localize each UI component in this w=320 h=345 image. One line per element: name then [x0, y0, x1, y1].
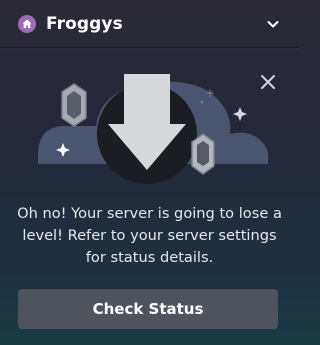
level-loss-message: Oh no! Your server is going to lose a le…: [17, 205, 282, 266]
dot-icon: [200, 100, 204, 104]
gem-icon-left: [61, 83, 87, 127]
server-boost-icon: [18, 14, 36, 33]
sparkle-icon-right: [233, 107, 247, 121]
check-status-button[interactable]: Check Status: [18, 289, 278, 329]
gem-icon-right: [191, 133, 215, 175]
server-name: Froggys: [46, 13, 123, 34]
chevron-down-icon[interactable]: [265, 16, 281, 32]
level-down-illustration: [38, 74, 269, 184]
server-header[interactable]: Froggys: [0, 0, 299, 48]
